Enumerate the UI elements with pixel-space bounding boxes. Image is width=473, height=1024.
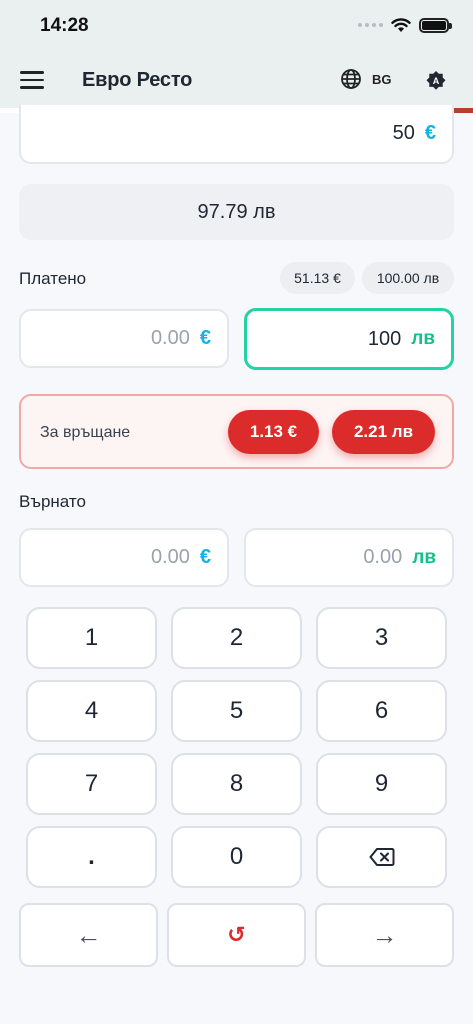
key-4-label: 4 xyxy=(84,697,99,724)
returned-bgn-field[interactable]: 0.00 лв xyxy=(244,528,454,587)
paid-bgn-value: 100 xyxy=(367,327,402,350)
paid-eur-symbol: € xyxy=(199,327,211,349)
backspace-icon xyxy=(369,848,394,866)
key-0[interactable]: 0 xyxy=(171,826,302,888)
app-title: Евро Ресто xyxy=(82,69,193,91)
menu-button[interactable] xyxy=(20,69,44,91)
change-due-eur-pill[interactable]: 1.13 € xyxy=(228,410,319,454)
key-5[interactable]: 5 xyxy=(171,680,302,742)
key-2-label: 2 xyxy=(229,624,244,651)
language-label: BG xyxy=(372,71,392,87)
paid-label: Платено xyxy=(19,269,87,288)
returned-bgn-symbol: лв xyxy=(412,546,436,568)
key-7-label: 7 xyxy=(84,770,99,797)
key-9[interactable]: 9 xyxy=(316,753,447,815)
key-9-label: 9 xyxy=(374,770,389,797)
next-button[interactable]: → xyxy=(315,903,454,967)
key-6[interactable]: 6 xyxy=(316,680,447,742)
key-7[interactable]: 7 xyxy=(26,753,157,815)
key-4[interactable]: 4 xyxy=(26,680,157,742)
paid-bgn-field[interactable]: 100 лв xyxy=(244,308,454,370)
status-time: 14:28 xyxy=(40,15,89,36)
key-decimal[interactable]: . xyxy=(26,826,157,888)
returned-eur-placeholder: 0.00 xyxy=(150,546,190,568)
status-icons xyxy=(358,14,452,36)
returned-eur-field[interactable]: 0.00 € xyxy=(19,528,229,587)
paid-chip-eur[interactable]: 51.13 € xyxy=(280,262,355,294)
key-0-label: 0 xyxy=(229,843,244,870)
amount-value: 50 xyxy=(392,122,415,144)
total-display: 97.79 лв xyxy=(19,184,454,240)
key-3-label: 3 xyxy=(374,624,389,651)
svg-text:A: A xyxy=(433,76,440,86)
auto-theme-icon: A xyxy=(426,71,446,90)
returned-label: Върнато xyxy=(19,492,86,511)
wifi-icon xyxy=(391,18,411,32)
battery-icon xyxy=(419,17,452,33)
arrow-right-icon: → xyxy=(371,919,398,950)
key-5-label: 5 xyxy=(229,697,244,724)
amount-currency-symbol: € xyxy=(424,122,436,144)
hamburger-icon xyxy=(20,71,44,74)
key-decimal-label: . xyxy=(88,843,95,870)
arrow-left-icon: ← xyxy=(75,919,102,950)
globe-icon xyxy=(341,69,361,89)
key-3[interactable]: 3 xyxy=(316,607,447,669)
change-due-panel: За връщане 1.13 € 2.21 лв xyxy=(19,394,454,469)
paid-eur-placeholder: 0.00 xyxy=(150,327,190,349)
returned-bgn-placeholder: 0.00 xyxy=(363,546,403,568)
change-due-eur-value: 1.13 € xyxy=(249,422,298,441)
reset-button[interactable]: ↺ xyxy=(167,903,306,967)
key-6-label: 6 xyxy=(374,697,389,724)
prev-button[interactable]: ← xyxy=(19,903,158,967)
total-value: 97.79 лв xyxy=(197,200,276,223)
key-2[interactable]: 2 xyxy=(171,607,302,669)
theme-button[interactable]: A xyxy=(424,68,448,92)
key-8[interactable]: 8 xyxy=(171,753,302,815)
reset-icon: ↺ xyxy=(227,922,246,947)
language-button[interactable]: BG xyxy=(340,68,392,90)
returned-eur-symbol: € xyxy=(199,546,211,568)
change-due-label: За връщане xyxy=(40,424,131,441)
amount-field[interactable]: 50 € xyxy=(19,105,454,164)
key-1[interactable]: 1 xyxy=(26,607,157,669)
paid-chip-bgn[interactable]: 100.00 лв xyxy=(362,262,454,294)
key-backspace[interactable] xyxy=(316,826,447,888)
paid-chip-bgn-label: 100.00 лв xyxy=(376,270,440,286)
app-bar: Евро Ресто BG A xyxy=(0,52,473,110)
paid-chip-eur-label: 51.13 € xyxy=(294,270,341,286)
cellular-signal-icon xyxy=(358,23,383,27)
paid-bgn-symbol: лв xyxy=(411,328,435,349)
change-due-bgn-value: 2.21 лв xyxy=(353,422,414,441)
key-8-label: 8 xyxy=(229,770,244,797)
key-1-label: 1 xyxy=(84,624,99,651)
paid-eur-field[interactable]: 0.00 € xyxy=(19,309,229,368)
change-due-bgn-pill[interactable]: 2.21 лв xyxy=(332,410,435,454)
status-bar: 14:28 xyxy=(0,0,473,52)
